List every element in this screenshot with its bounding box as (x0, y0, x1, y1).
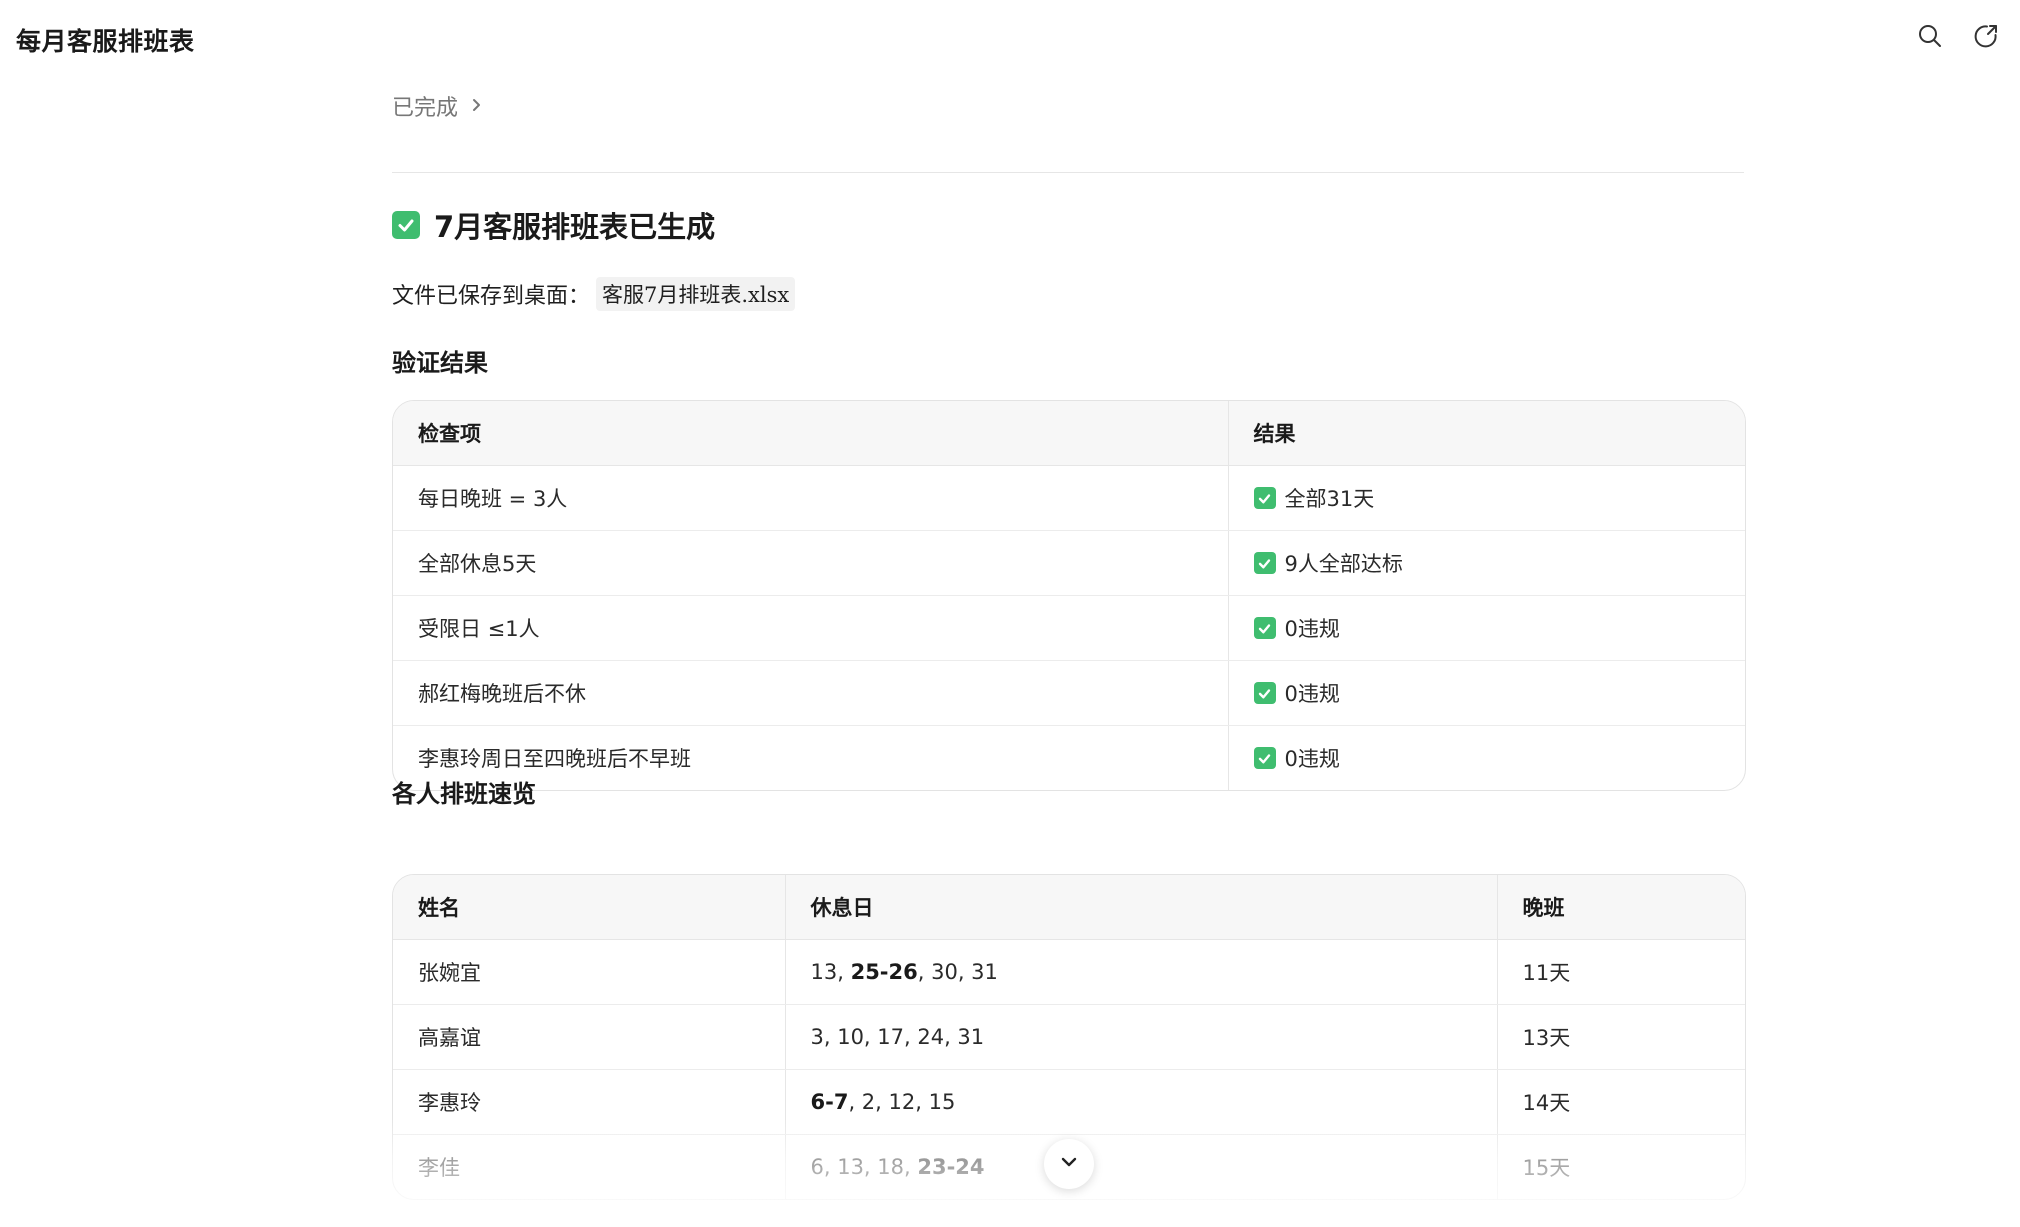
overview-title: 各人排班速览 (392, 780, 536, 808)
result-text: 0违规 (1284, 617, 1340, 641)
table-header-row: 姓名 休息日 晚班 (393, 875, 1745, 940)
check-item-cell: 每日晚班 = 3人 (393, 465, 1228, 531)
column-header: 姓名 (393, 875, 785, 940)
table-row: 张婉宜 13, 25-26, 30, 31 11天 (393, 939, 1745, 1005)
check-item-cell: 受限日 ≤1人 (393, 595, 1228, 661)
result-cell: 0违规 (1227, 595, 1745, 661)
rest-day-segment: 6, 13, 18, (810, 1155, 918, 1179)
result-cell: 9人全部达标 (1227, 530, 1745, 596)
night-shift-cell: 11天 (1496, 939, 1745, 1005)
top-bar: 每月客服排班表 (0, 0, 2020, 80)
divider (392, 172, 1744, 173)
table-row: 每日晚班 = 3人 全部31天 (393, 465, 1745, 531)
verification-title: 验证结果 (392, 349, 488, 377)
check-icon (392, 211, 420, 239)
rest-day-segment: 13, (810, 960, 851, 984)
name-cell: 高嘉谊 (393, 1004, 785, 1070)
result-text: 9人全部达标 (1284, 552, 1403, 576)
night-shift-cell: 15天 (1496, 1134, 1745, 1199)
rest-day-segment: , 30, 31 (917, 960, 998, 984)
check-icon (1253, 747, 1276, 769)
check-icon (1253, 552, 1276, 574)
night-shift-cell: 14天 (1496, 1069, 1745, 1135)
result-text: 0违规 (1284, 682, 1340, 706)
column-header: 检查项 (393, 401, 1228, 466)
file-saved-line: 文件已保存到桌面： 客服7月排班表.xlsx (392, 277, 796, 311)
check-icon (1253, 487, 1276, 509)
result-heading: 7月客服排班表已生成 (392, 204, 715, 246)
share-icon[interactable] (1970, 20, 2002, 52)
rest-day-segment: , 2, 12, 15 (848, 1090, 956, 1114)
check-icon (1253, 617, 1276, 639)
night-shift-cell: 13天 (1496, 1004, 1745, 1070)
rest-day-segment: 23-24 (917, 1155, 985, 1179)
table-row: 李惠玲周日至四晚班后不早班 0违规 (393, 725, 1745, 790)
rest-days-cell: 3, 10, 17, 24, 31 (784, 1004, 1497, 1070)
table-row: 李惠玲 6-7, 2, 12, 15 14天 (393, 1069, 1745, 1135)
check-item-cell: 全部休息5天 (393, 530, 1228, 596)
column-header: 休息日 (784, 875, 1497, 940)
heading-text: 7月客服排班表已生成 (434, 210, 716, 244)
app-root: 每月客服排班表 已完成 7月客服排班表已生成 文件已保存到桌面： 客服7月排班表… (0, 0, 2020, 1227)
chevron-right-icon (468, 94, 484, 119)
rest-day-segment: 25-26 (850, 960, 918, 984)
search-icon[interactable] (1914, 20, 1946, 52)
rest-days-cell: 13, 25-26, 30, 31 (784, 939, 1497, 1005)
name-cell: 张婉宜 (393, 939, 785, 1005)
name-cell: 李佳 (418, 1156, 460, 1180)
result-cell: 0违规 (1227, 725, 1745, 790)
status-toggle[interactable]: 已完成 (392, 90, 484, 122)
result-text: 全部31天 (1284, 487, 1375, 511)
rest-days-cell: 6-7, 2, 12, 15 (784, 1069, 1497, 1135)
result-text: 0违规 (1284, 747, 1340, 771)
status-label: 已完成 (392, 96, 459, 121)
app-title: 每月客服排班表 (16, 27, 195, 56)
file-prefix: 文件已保存到桌面： (392, 284, 591, 309)
verification-table: 检查项 结果 每日晚班 = 3人 全部31天全部休息5天 9人全部达标受限日 ≤1人… (392, 400, 1746, 791)
column-header: 结果 (1227, 401, 1745, 466)
file-name: 客服7月排班表.xlsx (596, 277, 796, 311)
rest-day-segment: 6-7 (810, 1090, 849, 1114)
name-cell: 李惠玲 (393, 1069, 785, 1135)
result-cell: 0违规 (1227, 660, 1745, 726)
result-cell: 全部31天 (1227, 465, 1745, 531)
check-icon (1253, 682, 1276, 704)
table-row: 受限日 ≤1人 0违规 (393, 595, 1745, 661)
table-row: 高嘉谊 3, 10, 17, 24, 31 13天 (393, 1004, 1745, 1070)
chevron-down-icon (1059, 1152, 1079, 1176)
scroll-down-button[interactable] (1044, 1139, 1094, 1189)
column-header: 晚班 (1496, 875, 1745, 940)
check-item-cell: 郝红梅晚班后不休 (393, 660, 1228, 726)
rest-days-cell: 6, 13, 18, 23-24 (784, 1134, 1497, 1199)
table-row: 郝红梅晚班后不休 0违规 (393, 660, 1745, 726)
rest-day-segment: 3, 10, 17, 24, 31 (810, 1025, 985, 1049)
table-header-row: 检查项 结果 (393, 401, 1745, 466)
table-row: 全部休息5天 9人全部达标 (393, 530, 1745, 596)
